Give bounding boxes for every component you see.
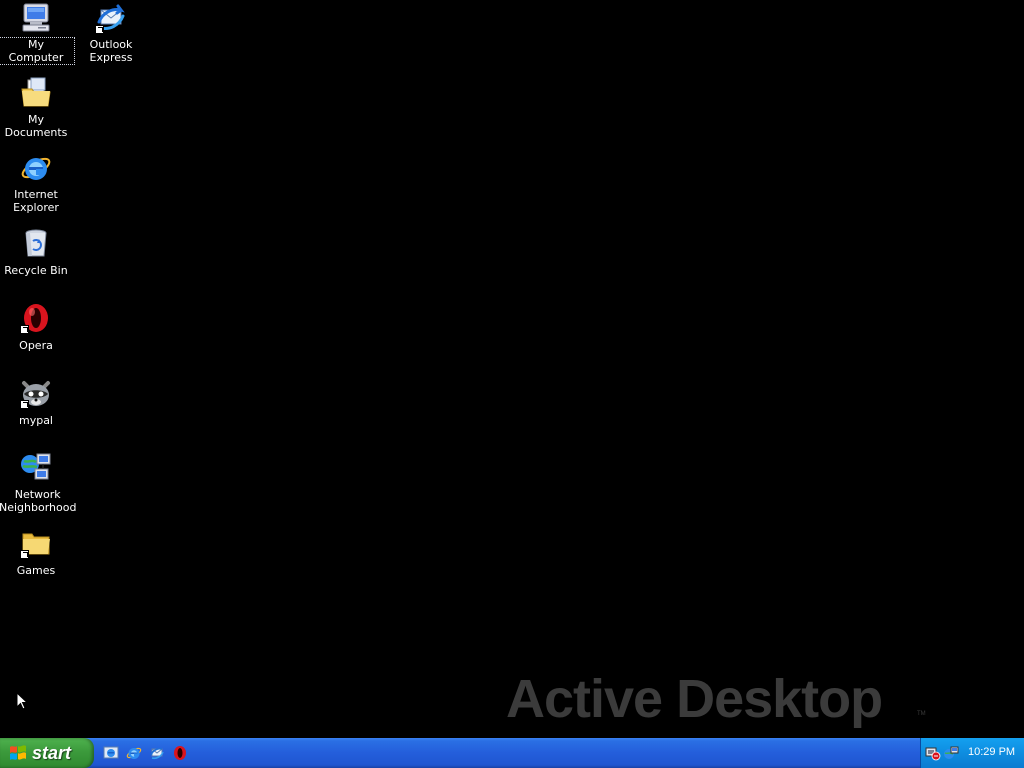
internet-explorer-icon: [20, 152, 52, 184]
taskbar: start 10:29 PM: [0, 738, 1024, 768]
shortcut-arrow-icon: [95, 25, 104, 34]
recycle-bin-icon: [20, 227, 52, 259]
desktop-icon-outlook-express[interactable]: Outlook Express: [73, 2, 149, 65]
windows-logo-icon: [10, 745, 26, 760]
desktop-icon-label: mypal: [18, 414, 53, 427]
folder-icon: [20, 527, 52, 559]
desktop-icon-network-neighborhood[interactable]: Network Neighborhood: [0, 452, 77, 515]
internet-explorer-icon: [126, 747, 142, 759]
network-status-icon[interactable]: [943, 745, 959, 761]
desktop-icon-label: Games: [16, 564, 56, 577]
desktop-icon-opera[interactable]: Opera: [0, 302, 74, 353]
outlook-express-icon: [95, 2, 127, 34]
desktop-icon-my-computer[interactable]: My Computer: [0, 2, 75, 65]
start-label: start: [32, 742, 72, 763]
desktop-icon-mypal[interactable]: mypal: [0, 377, 74, 428]
opera-icon: [20, 302, 52, 334]
desktop-icon-my-documents[interactable]: My Documents: [0, 77, 74, 140]
desktop-icon-recycle-bin[interactable]: Recycle Bin: [0, 227, 74, 278]
desktop-icon-label: Internet Explorer: [13, 188, 59, 214]
desktop-icon-internet-explorer[interactable]: Internet Explorer: [0, 152, 74, 215]
desktop-icon-label: Network Neighborhood: [0, 488, 77, 514]
shortcut-arrow-icon: [20, 400, 29, 409]
start-button[interactable]: start: [0, 738, 94, 768]
quick-launch-show-desktop[interactable]: [101, 743, 121, 763]
my-documents-icon: [20, 77, 52, 109]
desktop-icon-label: My Computer: [0, 37, 75, 65]
desktop[interactable]: My Computer Outlook Express My Documents: [0, 0, 1024, 738]
shortcut-arrow-icon: [20, 325, 29, 334]
quick-launch-outlook-express[interactable]: [147, 743, 167, 763]
outlook-express-icon: [150, 747, 164, 760]
watermark-trademark: TM: [917, 711, 926, 717]
network-neighborhood-icon: [20, 452, 52, 484]
opera-icon: [174, 746, 186, 760]
mouse-cursor-icon: [16, 692, 28, 710]
clock[interactable]: 10:29 PM: [968, 746, 1015, 758]
safely-remove-hardware-icon[interactable]: [925, 745, 941, 761]
my-computer-icon: [20, 2, 52, 34]
active-desktop-watermark: Active Desktop: [506, 669, 883, 729]
desktop-icon-games[interactable]: Games: [0, 527, 74, 578]
shortcut-arrow-icon: [20, 550, 29, 559]
quick-launch-opera[interactable]: [170, 743, 190, 763]
quick-launch-toolbar: [101, 743, 190, 763]
show-desktop-icon: [103, 746, 119, 759]
desktop-icon-label: Outlook Express: [89, 38, 133, 64]
system-tray: 10:29 PM: [920, 738, 1024, 768]
desktop-icon-label: Opera: [19, 339, 53, 352]
quick-launch-internet-explorer[interactable]: [124, 743, 144, 763]
desktop-icon-label: Recycle Bin: [4, 264, 68, 277]
mypal-raccoon-icon: [20, 377, 52, 409]
desktop-icon-label: My Documents: [4, 113, 68, 139]
